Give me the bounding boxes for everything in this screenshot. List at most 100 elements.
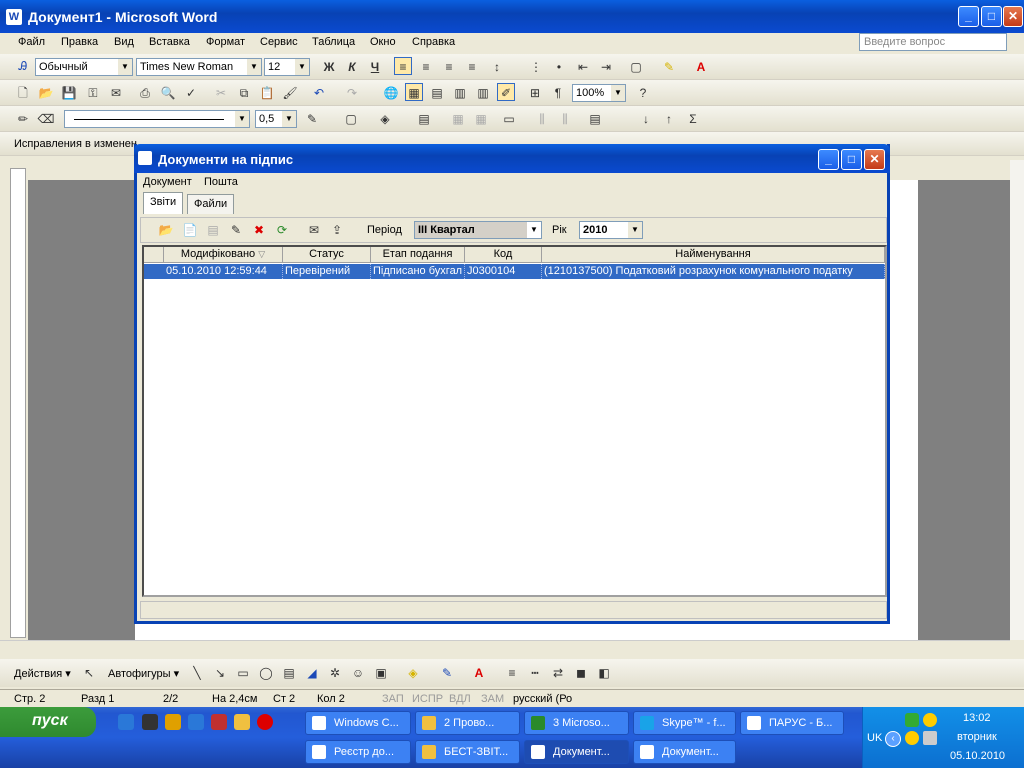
columns-icon[interactable]: ▥ [474, 84, 492, 102]
menu-help[interactable]: Справка [412, 36, 455, 48]
select-objects-icon[interactable]: ↖ [80, 664, 98, 682]
highlight-icon[interactable]: ✎ [660, 58, 678, 76]
open-icon[interactable]: 📂 [37, 84, 55, 102]
insert-table-icon[interactable]: ▤ [428, 84, 446, 102]
line-spacing-icon[interactable]: ↕ [488, 58, 506, 76]
zoom-combo[interactable]: 100% ▼ [572, 84, 626, 102]
dialog-minimize-button[interactable]: _ [818, 149, 839, 170]
line-icon[interactable]: ╲ [188, 664, 206, 682]
grid-header-stage[interactable]: Етап подання [371, 247, 465, 263]
permission-icon[interactable]: ⚿ [84, 84, 102, 102]
tray-app-icon[interactable] [905, 713, 919, 727]
insert-excel-icon[interactable]: ▥ [451, 84, 469, 102]
grid-header-name[interactable]: Найменування [542, 247, 885, 263]
3d-icon[interactable]: ◧ [595, 664, 613, 682]
autoformat-icon[interactable]: ▤ [586, 110, 604, 128]
autosum-icon[interactable]: Σ [684, 110, 702, 128]
draw-table-icon[interactable]: ✏ [14, 110, 32, 128]
rectangle-icon[interactable]: ▭ [234, 664, 252, 682]
autoshapes-menu[interactable]: Автофигуры ▾ [108, 667, 179, 680]
task-excel[interactable]: 3 Microso... [524, 711, 629, 735]
hyperlink-icon[interactable]: 🌐 [382, 84, 400, 102]
align-cell-icon[interactable]: ▭ [500, 110, 518, 128]
sort-asc-icon[interactable]: ↓ [637, 110, 655, 128]
draw-font-color-icon[interactable]: A [470, 664, 488, 682]
status-ext[interactable]: ВДЛ [449, 693, 471, 705]
merge-cells-icon[interactable]: ▦ [449, 110, 467, 128]
document-map-icon[interactable]: ⊞ [526, 84, 544, 102]
media-icon[interactable] [165, 714, 181, 730]
grid-header-code[interactable]: Код [465, 247, 542, 263]
italic-icon[interactable]: К [343, 58, 361, 76]
vertical-scrollbar[interactable] [1010, 160, 1024, 640]
period-combo[interactable]: III Квартал ▼ [414, 221, 542, 239]
tables-borders-icon[interactable]: ▦ [405, 83, 423, 101]
bullets-icon[interactable]: • [550, 58, 568, 76]
app-icon[interactable] [211, 714, 227, 730]
shadow-icon[interactable]: ◼ [572, 664, 590, 682]
properties-icon[interactable]: 📄 [181, 221, 199, 239]
redo-icon[interactable]: ↷ [343, 84, 361, 102]
dialog-menu-document[interactable]: Документ [143, 176, 192, 188]
eraser-icon[interactable]: ⌫ [37, 110, 55, 128]
ask-question-input[interactable]: Введите вопрос [859, 33, 1007, 51]
tab-reports[interactable]: Звіти [143, 192, 184, 214]
task-registry[interactable]: Реєстр до... [305, 740, 411, 764]
print-icon[interactable]: ⎙ [136, 84, 154, 102]
save-icon[interactable]: 💾 [60, 84, 78, 102]
paste-icon[interactable]: 📋 [258, 84, 276, 102]
dialog-menu-mail[interactable]: Пошта [204, 176, 238, 188]
menu-edit[interactable]: Правка [61, 36, 98, 48]
print-preview-icon[interactable]: 🔍 [159, 84, 177, 102]
ie-icon[interactable] [118, 714, 134, 730]
bold-icon[interactable]: Ж [320, 58, 338, 76]
task-parus[interactable]: ПАРУС - Б... [740, 711, 844, 735]
status-trk[interactable]: ИСПР [412, 693, 443, 705]
font-color-icon[interactable]: A [692, 58, 710, 76]
spelling-icon[interactable]: ✓ [182, 84, 200, 102]
tray-skype-icon[interactable] [905, 731, 919, 745]
task-word-document[interactable]: Документ... [633, 740, 736, 764]
status-ovr[interactable]: ЗАМ [481, 693, 504, 705]
clock-app-icon[interactable] [234, 714, 250, 730]
menu-table[interactable]: Таблица [312, 36, 355, 48]
draw-actions-menu[interactable]: Действия ▾ [14, 667, 71, 680]
clipart-icon[interactable]: ☺ [349, 664, 367, 682]
task-skype[interactable]: Skype™ - f... [633, 711, 736, 735]
help-icon[interactable]: ? [634, 84, 652, 102]
justify-icon[interactable]: ≡ [463, 58, 481, 76]
font-size-combo[interactable]: 12 ▼ [264, 58, 310, 76]
line-color-icon[interactable]: ✎ [438, 664, 456, 682]
insert-table2-icon[interactable]: ▤ [415, 110, 433, 128]
numbering-icon[interactable]: ⋮ [527, 58, 545, 76]
task-best-zvit[interactable]: БЕСТ-ЗВІТ... [415, 740, 520, 764]
clock-time[interactable]: 13:02 [963, 712, 991, 724]
show-formatting-icon[interactable]: ¶ [549, 84, 567, 102]
style-combo[interactable]: Обычный ▼ [35, 58, 133, 76]
menu-window[interactable]: Окно [370, 36, 396, 48]
status-rec[interactable]: ЗАП [382, 693, 404, 705]
align-left-icon[interactable]: ≡ [394, 57, 412, 75]
styles-icon[interactable]: Ꭿ [14, 57, 32, 75]
line-style-icon[interactable]: ≡ [503, 664, 521, 682]
grid-header-status[interactable]: Статус [283, 247, 371, 263]
line-style-combo[interactable]: ▼ [64, 110, 250, 128]
new-document-icon[interactable]: 🗋 [14, 84, 32, 102]
diagram-icon[interactable]: ✲ [326, 664, 344, 682]
dialog-close-button[interactable]: ✕ [864, 149, 885, 170]
menu-view[interactable]: Вид [114, 36, 134, 48]
copy-icon[interactable]: ⧉ [235, 84, 253, 102]
grid-header-modified[interactable]: Модифіковано ▽ [164, 247, 283, 263]
picture-icon[interactable]: ▣ [372, 664, 390, 682]
menu-format[interactable]: Формат [206, 36, 245, 48]
sort-desc-icon[interactable]: ↑ [660, 110, 678, 128]
borders-icon[interactable]: ▢ [627, 58, 645, 76]
maximize-button[interactable]: □ [981, 6, 1002, 27]
task-explorer[interactable]: 2 Прово... [415, 711, 520, 735]
delete-icon[interactable]: ✖ [250, 221, 268, 239]
tray-status-icon[interactable] [923, 713, 937, 727]
line-weight-combo[interactable]: 0,5 ▼ [255, 110, 297, 128]
email-icon[interactable]: ✉ [107, 84, 125, 102]
close-button[interactable]: ✕ [1003, 6, 1023, 27]
desktop-icon[interactable] [142, 714, 158, 730]
